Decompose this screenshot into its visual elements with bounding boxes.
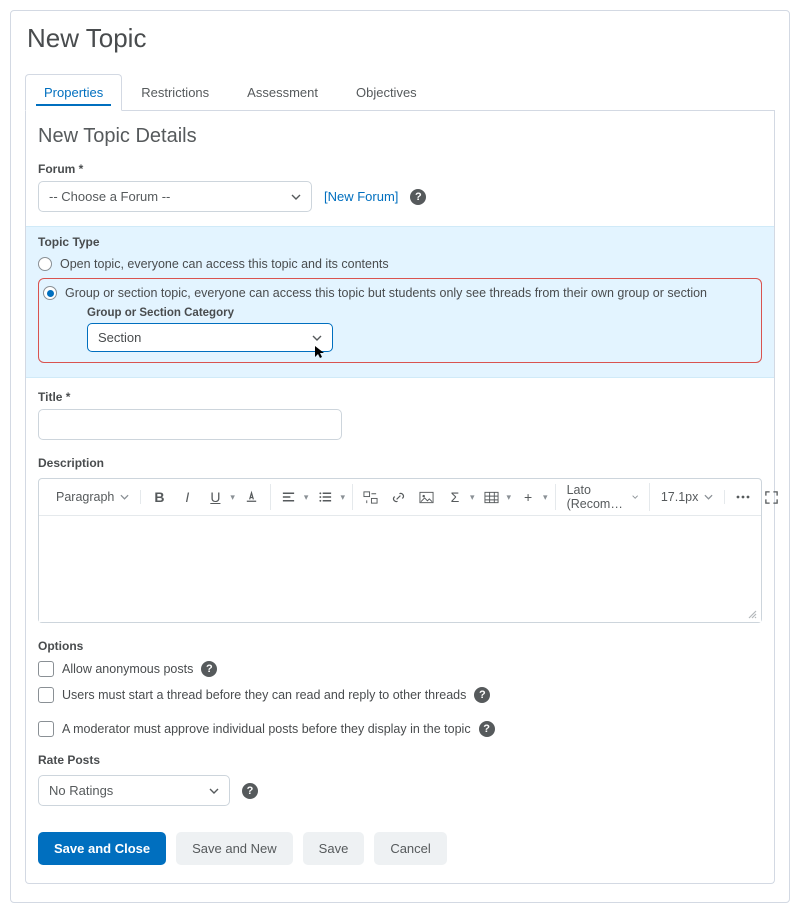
- chevron-down-icon: [312, 335, 322, 341]
- fullscreen-icon[interactable]: [760, 484, 782, 510]
- highlighted-group-option: Group or section topic, everyone can acc…: [38, 278, 762, 363]
- checkbox-moderate[interactable]: [38, 721, 54, 737]
- description-label: Description: [38, 456, 762, 470]
- radio-open-label: Open topic, everyone can access this top…: [60, 257, 389, 271]
- chevron-down-icon: [209, 788, 219, 794]
- plus-icon[interactable]: +: [517, 484, 539, 510]
- font-size-select[interactable]: 17.1px: [657, 490, 718, 504]
- checkbox-thread-first[interactable]: [38, 687, 54, 703]
- bold-icon[interactable]: B: [148, 484, 170, 510]
- editor-body[interactable]: [39, 516, 761, 622]
- thread-first-label: Users must start a thread before they ca…: [62, 688, 466, 702]
- equation-icon[interactable]: Σ: [444, 484, 466, 510]
- forum-select[interactable]: -- Choose a Forum --: [38, 181, 312, 212]
- help-icon[interactable]: ?: [474, 687, 490, 703]
- image-icon[interactable]: [416, 484, 438, 510]
- topic-type-section: Topic Type Open topic, everyone can acce…: [26, 226, 774, 378]
- category-select[interactable]: Section: [87, 323, 333, 352]
- tab-objectives[interactable]: Objectives: [337, 74, 436, 110]
- rate-posts-label: Rate Posts: [38, 753, 762, 767]
- forum-label: Forum *: [38, 162, 762, 176]
- more-icon[interactable]: [732, 484, 754, 510]
- help-icon[interactable]: ?: [201, 661, 217, 677]
- forum-select-value: -- Choose a Forum --: [49, 189, 170, 204]
- tab-restrictions[interactable]: Restrictions: [122, 74, 228, 110]
- radio-group-label: Group or section topic, everyone can acc…: [65, 286, 707, 300]
- help-icon[interactable]: ?: [479, 721, 495, 737]
- text-color-icon[interactable]: [241, 484, 263, 510]
- anon-label: Allow anonymous posts: [62, 662, 193, 676]
- topic-type-label: Topic Type: [38, 235, 762, 249]
- page-title: New Topic: [25, 23, 775, 54]
- help-icon[interactable]: ?: [242, 783, 258, 799]
- radio-group-topic[interactable]: Group or section topic, everyone can acc…: [43, 283, 753, 303]
- title-label: Title *: [38, 390, 762, 404]
- help-icon[interactable]: ?: [410, 189, 426, 205]
- radio-icon: [43, 286, 57, 300]
- table-icon[interactable]: [481, 484, 503, 510]
- tab-properties[interactable]: Properties: [25, 74, 122, 111]
- cursor-icon: [314, 345, 326, 359]
- link-icon[interactable]: [388, 484, 410, 510]
- save-button[interactable]: Save: [303, 832, 365, 865]
- properties-panel: New Topic Details Forum * -- Choose a Fo…: [25, 111, 775, 884]
- checkbox-anon[interactable]: [38, 661, 54, 677]
- rate-posts-select[interactable]: No Ratings: [38, 775, 230, 806]
- tab-bar: Properties Restrictions Assessment Objec…: [25, 74, 775, 111]
- insert-stuff-icon[interactable]: [360, 484, 382, 510]
- options-label: Options: [38, 639, 762, 653]
- details-heading: New Topic Details: [38, 125, 762, 148]
- font-family-label: Lato (Recom…: [567, 483, 626, 511]
- underline-icon[interactable]: U: [204, 484, 226, 510]
- font-size-label: 17.1px: [661, 490, 699, 504]
- font-family-select[interactable]: Lato (Recom…: [563, 483, 642, 511]
- resize-handle-icon[interactable]: [746, 608, 757, 619]
- new-forum-link[interactable]: [New Forum]: [324, 189, 398, 204]
- editor-toolbar: Paragraph B I U▾ ▾ ▾: [39, 479, 761, 516]
- paragraph-style-select[interactable]: Paragraph: [52, 490, 133, 504]
- radio-icon: [38, 257, 52, 271]
- category-select-value: Section: [98, 330, 141, 345]
- align-icon[interactable]: [278, 484, 300, 510]
- chevron-down-icon: [291, 194, 301, 200]
- cancel-button[interactable]: Cancel: [374, 832, 446, 865]
- italic-icon[interactable]: I: [176, 484, 198, 510]
- moderate-label: A moderator must approve individual post…: [62, 722, 471, 736]
- category-label: Group or Section Category: [87, 307, 753, 319]
- save-and-close-button[interactable]: Save and Close: [38, 832, 166, 865]
- save-and-new-button[interactable]: Save and New: [176, 832, 293, 865]
- tab-assessment[interactable]: Assessment: [228, 74, 337, 110]
- list-icon[interactable]: [314, 484, 336, 510]
- paragraph-style-label: Paragraph: [56, 490, 114, 504]
- rate-posts-value: No Ratings: [49, 783, 113, 798]
- radio-open-topic[interactable]: Open topic, everyone can access this top…: [38, 254, 762, 274]
- title-input[interactable]: [38, 409, 342, 440]
- rich-text-editor: Paragraph B I U▾ ▾ ▾: [38, 478, 762, 623]
